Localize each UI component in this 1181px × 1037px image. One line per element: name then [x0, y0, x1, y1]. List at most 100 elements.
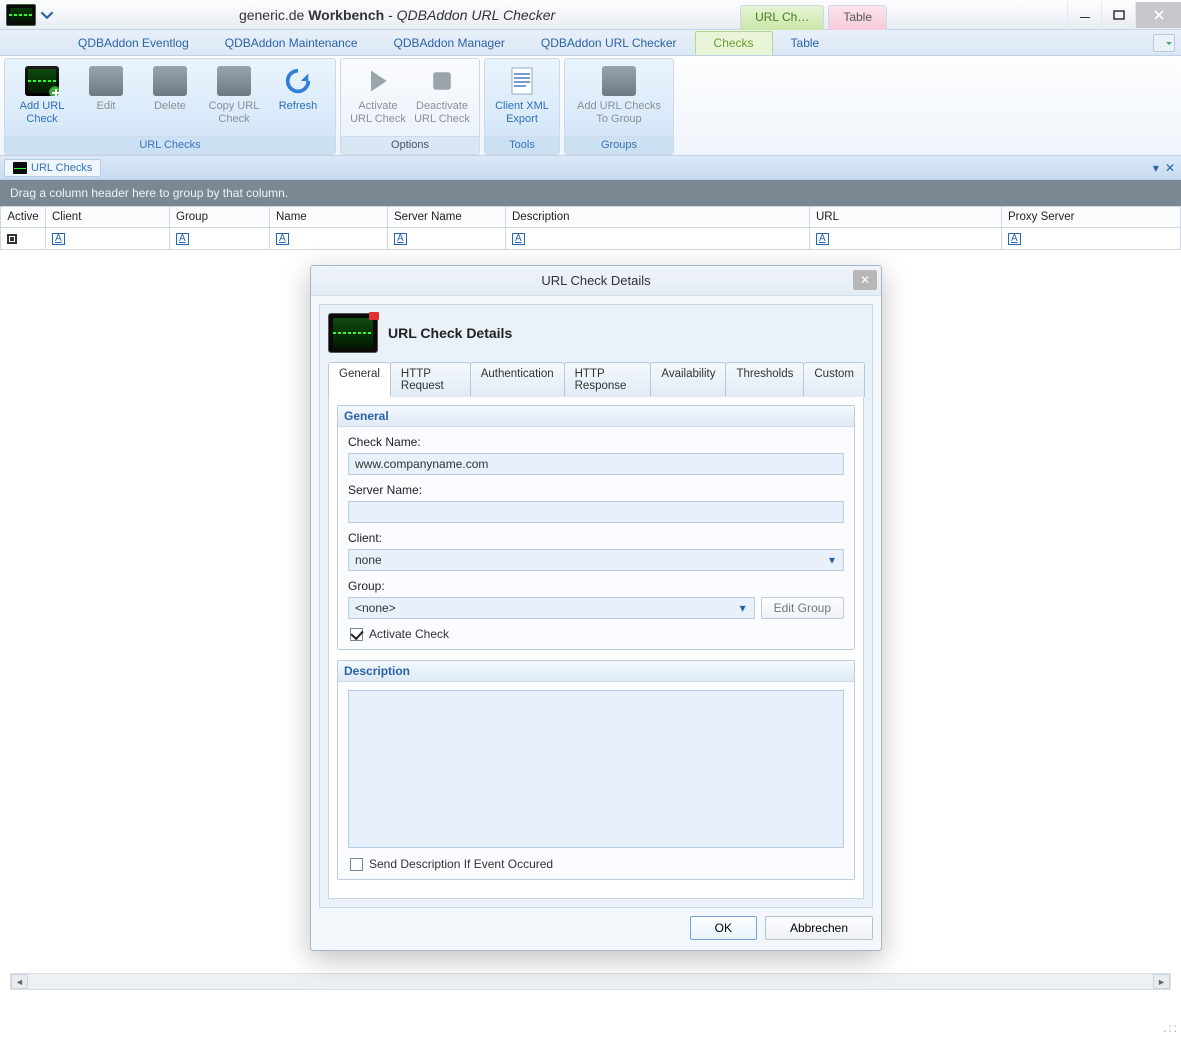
- context-tab-table[interactable]: Table: [828, 5, 887, 30]
- monitor-icon: [153, 66, 187, 96]
- column-header-proxy[interactable]: Proxy Server: [1002, 206, 1181, 228]
- group-select[interactable]: <none> ▾: [348, 597, 755, 619]
- dialog-tabs: General HTTP Request Authentication HTTP…: [328, 361, 864, 397]
- titlebar: generic.de Workbench - QDBAddon URL Chec…: [0, 0, 1181, 30]
- filter-url[interactable]: A: [810, 228, 1002, 250]
- context-tabs: URL Ch… Table: [740, 2, 887, 27]
- activate-url-check-button[interactable]: Activate URL Check: [347, 62, 409, 136]
- dialog-title: URL Check Details ✕: [311, 266, 881, 296]
- check-name-input[interactable]: [348, 453, 844, 475]
- tab-http-response[interactable]: HTTP Response: [564, 362, 652, 397]
- filter-server[interactable]: A: [388, 228, 506, 250]
- add-url-check-button[interactable]: Add URL Check: [11, 62, 73, 136]
- menu-tab-eventlog[interactable]: QDBAddon Eventlog: [60, 31, 207, 55]
- scroll-left-icon[interactable]: ◄: [11, 974, 28, 989]
- tab-thresholds[interactable]: Thresholds: [725, 362, 804, 397]
- tab-general[interactable]: General: [328, 362, 391, 397]
- url-check-details-dialog: URL Check Details ✕ URL Check Details Ge…: [310, 265, 882, 951]
- ribbon-options-button[interactable]: [1153, 34, 1175, 52]
- edit-group-button[interactable]: Edit Group: [761, 597, 844, 619]
- ribbon-group-caption: Options: [341, 136, 479, 154]
- copy-url-check-button[interactable]: Copy URL Check: [203, 62, 265, 136]
- dialog-close-button[interactable]: ✕: [853, 270, 877, 290]
- add-url-checks-to-group-button[interactable]: Add URL Checks To Group: [571, 62, 667, 136]
- monitor-icon: [602, 66, 636, 96]
- qat-dropdown-icon[interactable]: [40, 2, 54, 28]
- column-header-server[interactable]: Server Name: [388, 206, 506, 228]
- menubar: QDBAddon Eventlog QDBAddon Maintenance Q…: [0, 30, 1181, 56]
- activate-check-checkbox[interactable]: Activate Check: [350, 627, 844, 641]
- check-name-label: Check Name:: [348, 435, 844, 449]
- filter-client[interactable]: A: [46, 228, 170, 250]
- deactivate-url-check-button[interactable]: Deactivate URL Check: [411, 62, 473, 136]
- column-header-description[interactable]: Description: [506, 206, 810, 228]
- table-filter-row: A A A A A A A: [0, 228, 1181, 250]
- tab-close-icon[interactable]: ✕: [1165, 161, 1175, 175]
- context-tab-url[interactable]: URL Ch…: [740, 5, 824, 30]
- delete-button[interactable]: Delete: [139, 62, 201, 136]
- stop-icon: [425, 66, 459, 96]
- server-name-input[interactable]: [348, 501, 844, 523]
- column-header-active[interactable]: Active: [0, 206, 46, 228]
- filter-name[interactable]: A: [270, 228, 388, 250]
- monitor-icon: [13, 162, 27, 174]
- dialog-heading: URL Check Details: [388, 325, 512, 341]
- group-label: Group:: [348, 579, 844, 593]
- scroll-right-icon[interactable]: ►: [1153, 974, 1170, 989]
- edit-button[interactable]: Edit: [75, 62, 137, 136]
- column-header-name[interactable]: Name: [270, 206, 388, 228]
- chevron-down-icon: ▾: [736, 601, 750, 615]
- play-icon: [361, 66, 395, 96]
- send-description-checkbox[interactable]: Send Description If Event Occured: [350, 857, 844, 871]
- column-header-url[interactable]: URL: [810, 206, 1002, 228]
- filter-proxy[interactable]: A: [1002, 228, 1181, 250]
- tab-dropdown-icon[interactable]: ▾: [1153, 161, 1159, 175]
- filter-group[interactable]: A: [170, 228, 270, 250]
- horizontal-scrollbar[interactable]: ◄ ►: [10, 973, 1171, 990]
- monitor-icon: [89, 66, 123, 96]
- group-by-bar[interactable]: Drag a column header here to group by th…: [0, 180, 1181, 206]
- tab-authentication[interactable]: Authentication: [470, 362, 565, 397]
- server-name-label: Server Name:: [348, 483, 844, 497]
- description-textarea[interactable]: [348, 690, 844, 848]
- ribbon-group-tools: Client XML Export Tools: [484, 58, 560, 155]
- menu-tab-manager[interactable]: QDBAddon Manager: [376, 31, 523, 55]
- document-tab-url-checks[interactable]: URL Checks: [4, 159, 101, 177]
- ribbon-group-url-checks: Add URL Check Edit Delete Copy URL Check…: [4, 58, 336, 155]
- tab-custom[interactable]: Custom: [803, 362, 865, 397]
- client-select[interactable]: none ▾: [348, 549, 844, 571]
- close-button[interactable]: [1135, 2, 1181, 28]
- maximize-button[interactable]: [1101, 2, 1135, 28]
- table-header: Active Client Group Name Server Name Des…: [0, 206, 1181, 228]
- monitor-icon: [328, 313, 378, 353]
- ribbon-group-options: Activate URL Check Deactivate URL Check …: [340, 58, 480, 155]
- section-general: General Check Name: Server Name: Client:…: [337, 405, 855, 650]
- client-xml-export-button[interactable]: Client XML Export: [491, 62, 553, 136]
- filter-active[interactable]: [0, 228, 46, 250]
- filter-description[interactable]: A: [506, 228, 810, 250]
- ribbon: Add URL Check Edit Delete Copy URL Check…: [0, 56, 1181, 156]
- cancel-button[interactable]: Abbrechen: [765, 916, 873, 940]
- app-icon: [6, 4, 36, 26]
- menu-tab-checks[interactable]: Checks: [695, 31, 773, 55]
- column-header-group[interactable]: Group: [170, 206, 270, 228]
- dialog-header: URL Check Details: [328, 313, 864, 361]
- minimize-button[interactable]: [1067, 2, 1101, 28]
- ok-button[interactable]: OK: [690, 916, 757, 940]
- tab-http-request[interactable]: HTTP Request: [390, 362, 471, 397]
- ribbon-group-groups: Add URL Checks To Group Groups: [564, 58, 674, 155]
- column-header-client[interactable]: Client: [46, 206, 170, 228]
- document-icon: [505, 66, 539, 96]
- window-controls: [1067, 2, 1181, 28]
- refresh-icon: [281, 66, 315, 96]
- menu-tab-table[interactable]: Table: [773, 31, 838, 55]
- menu-tab-urlchecker[interactable]: QDBAddon URL Checker: [523, 31, 695, 55]
- menu-tab-maintenance[interactable]: QDBAddon Maintenance: [207, 31, 376, 55]
- checkbox-icon: [350, 858, 363, 871]
- resize-grip-icon[interactable]: .::: [1163, 1021, 1179, 1035]
- tab-availability[interactable]: Availability: [650, 362, 726, 397]
- chevron-down-icon: ▾: [825, 553, 839, 567]
- refresh-button[interactable]: Refresh: [267, 62, 329, 136]
- ribbon-group-caption: URL Checks: [5, 136, 335, 154]
- dialog-buttons: OK Abbrechen: [319, 908, 873, 942]
